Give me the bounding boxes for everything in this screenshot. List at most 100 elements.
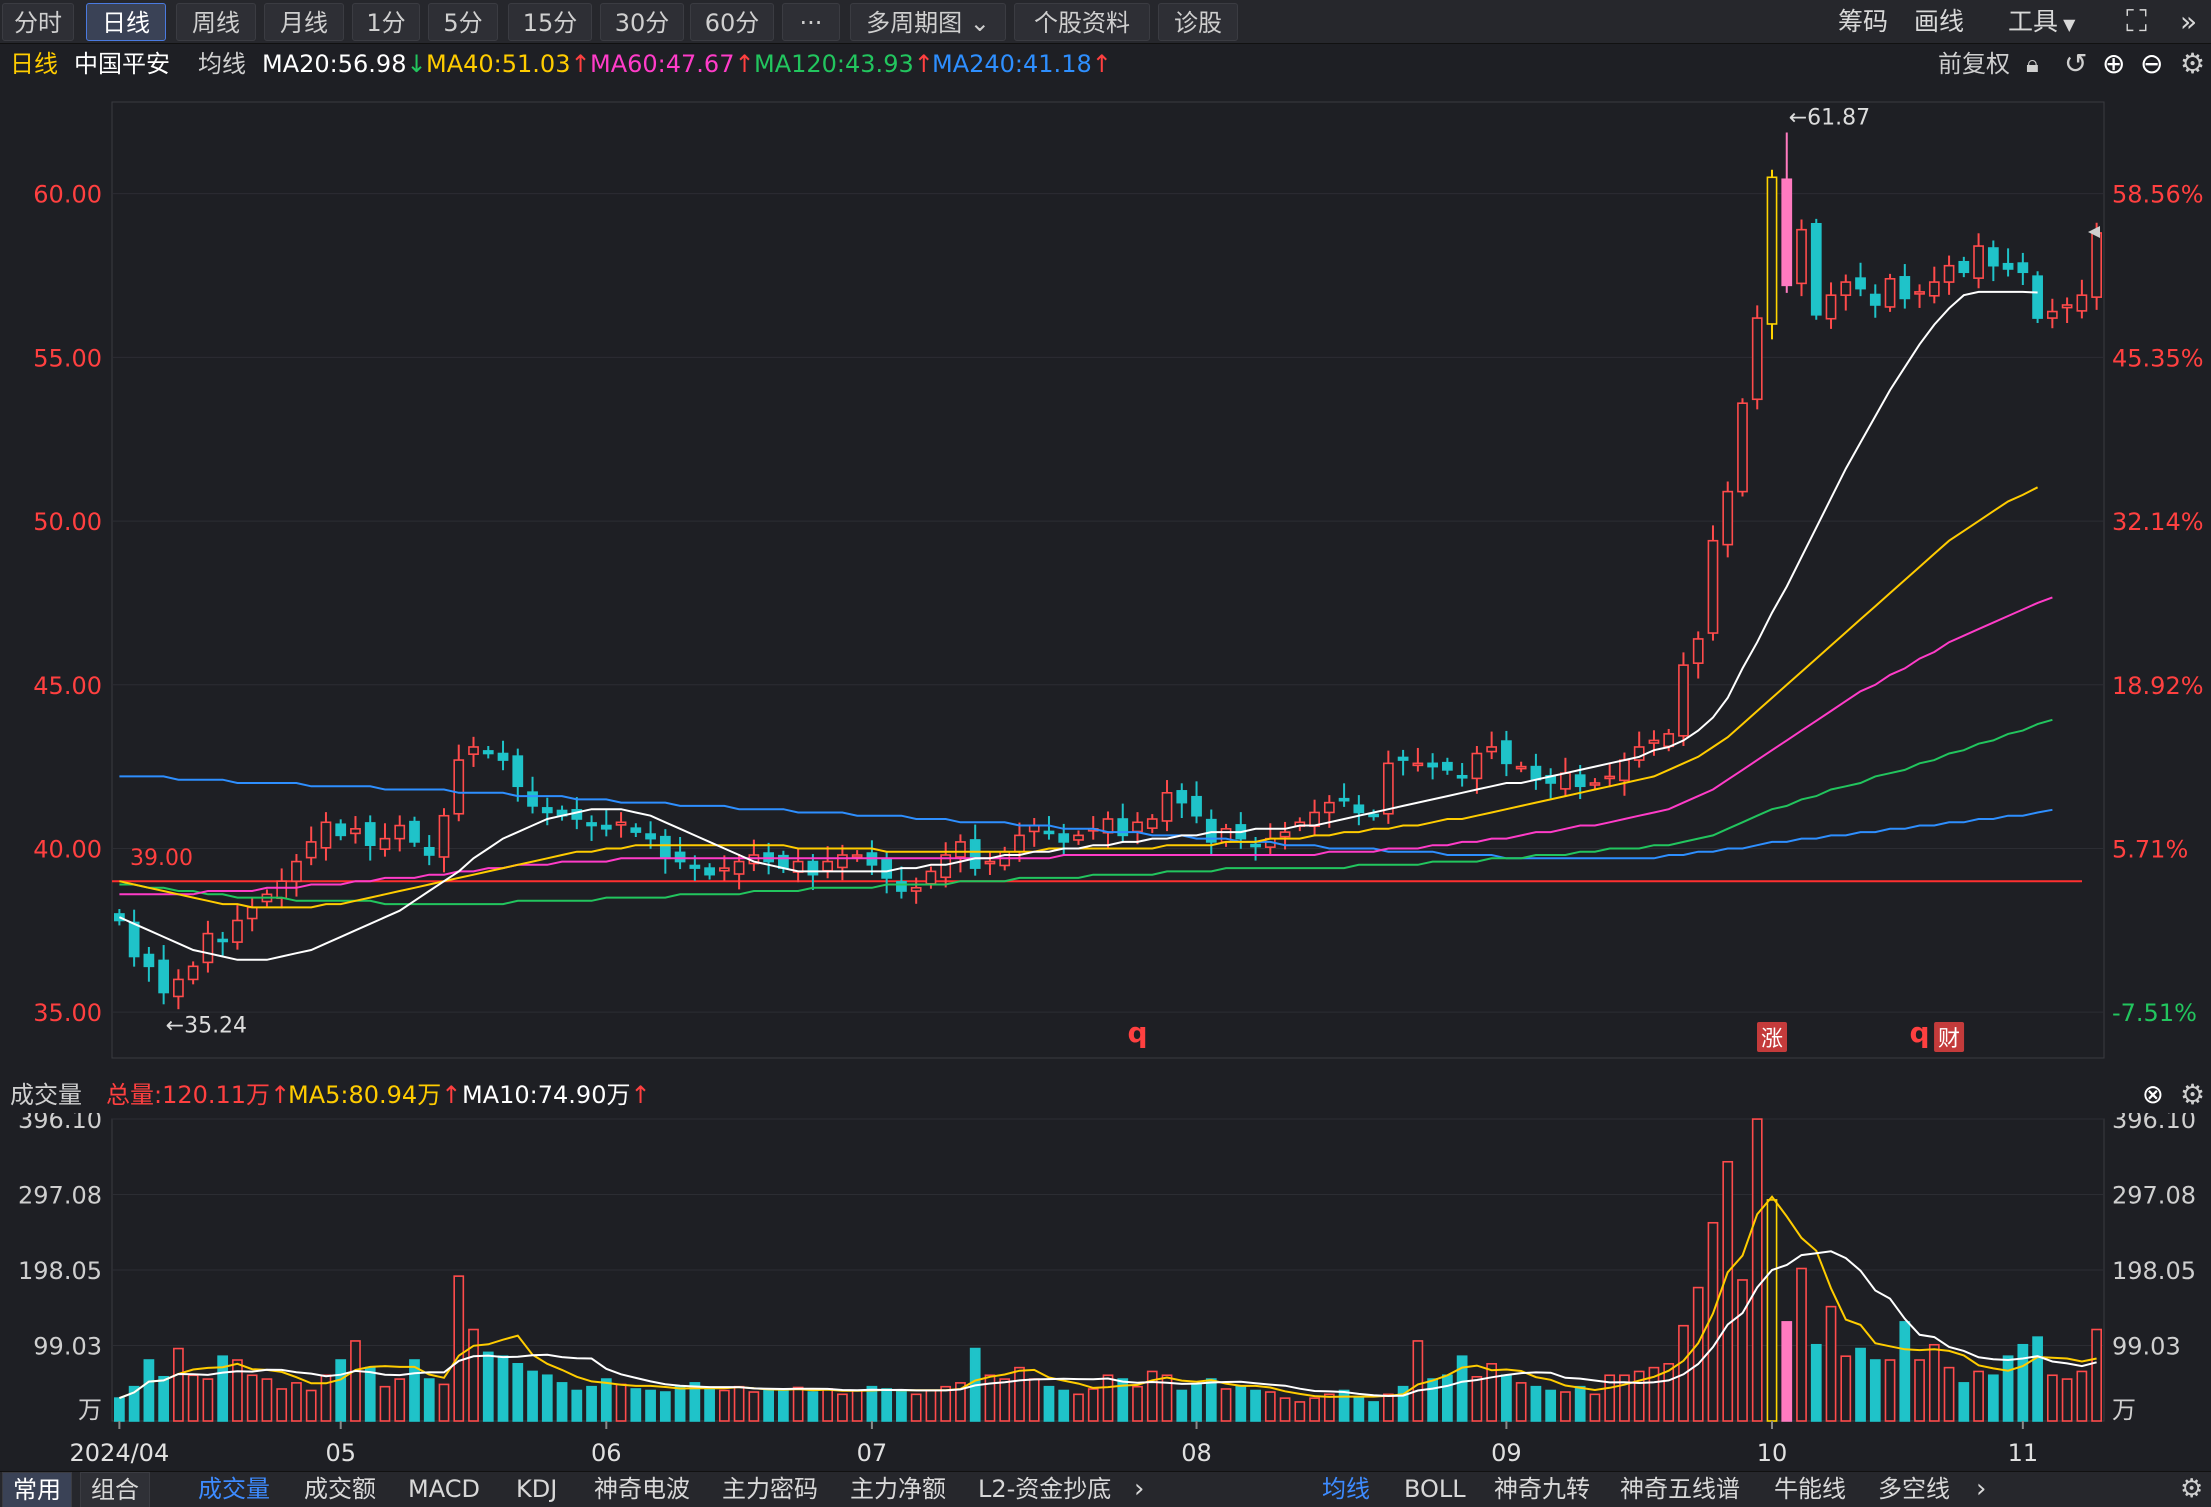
volume-bar bbox=[1058, 1389, 1070, 1422]
tab-magic-wave[interactable]: 神奇电波 bbox=[594, 1472, 690, 1506]
tab-15min[interactable]: 15分 bbox=[508, 3, 592, 41]
candle-body bbox=[1899, 276, 1911, 300]
tab-main-force-code[interactable]: 主力密码 bbox=[722, 1472, 818, 1506]
volume-bar bbox=[1073, 1393, 1084, 1422]
zoom-in-icon[interactable]: ⊕ bbox=[2102, 46, 2125, 82]
ma20-text: MA20:56.98 bbox=[262, 50, 407, 78]
tab-ma[interactable]: 均线 bbox=[1322, 1472, 1370, 1506]
candle-body bbox=[1132, 821, 1143, 833]
undo-icon[interactable]: ↺ bbox=[2064, 46, 2087, 82]
fullscreen-icon[interactable]: ⛶ bbox=[2126, 3, 2147, 41]
chevron-right-icon[interactable]: › bbox=[1134, 1472, 1144, 1506]
double-chevron-right-icon[interactable]: » bbox=[2180, 3, 2197, 41]
volume-bar bbox=[925, 1389, 937, 1422]
candle-body bbox=[1914, 291, 1925, 295]
tab-daily[interactable]: 日线 bbox=[86, 3, 166, 41]
volume-bar bbox=[748, 1391, 760, 1422]
tab-60min[interactable]: 60分 bbox=[690, 3, 774, 41]
tab-5min[interactable]: 5分 bbox=[428, 3, 498, 41]
tab-magic-five-lines[interactable]: 神奇五线谱 bbox=[1620, 1472, 1740, 1506]
tab-turnover[interactable]: 成交额 bbox=[304, 1472, 376, 1506]
zoom-out-icon[interactable]: ⊖ bbox=[2140, 46, 2163, 82]
chevron-right-icon[interactable]: › bbox=[1976, 1472, 1986, 1506]
tab-bull-line[interactable]: 牛能线 bbox=[1774, 1472, 1846, 1506]
candle-body bbox=[1678, 664, 1689, 737]
draw-line-button[interactable]: 画线 bbox=[1914, 3, 1964, 41]
volume-bar bbox=[940, 1385, 952, 1422]
tab-common[interactable]: 常用 bbox=[2, 1472, 72, 1507]
chips-button[interactable]: 筹码 bbox=[1838, 3, 1888, 41]
tools-label: 工具 bbox=[2008, 7, 2059, 36]
candle-body bbox=[1560, 772, 1571, 790]
volume-bar bbox=[1323, 1393, 1335, 1422]
candle-body bbox=[379, 837, 391, 850]
pct-tick-label: 18.92% bbox=[2112, 672, 2204, 700]
candle-body bbox=[630, 827, 642, 833]
volume-bar bbox=[1412, 1340, 1424, 1422]
volume-bar bbox=[1264, 1391, 1276, 1422]
ma40-value: MA40:51.03↑ bbox=[426, 46, 591, 82]
volume-bar bbox=[1309, 1397, 1320, 1422]
tab-long-short[interactable]: 多空线 bbox=[1878, 1472, 1950, 1506]
candle-body bbox=[409, 820, 420, 843]
tab-main-force-net[interactable]: 主力净额 bbox=[850, 1472, 946, 1506]
volume-bar bbox=[984, 1374, 996, 1422]
volume-bar bbox=[1751, 1118, 1763, 1422]
tab-macd[interactable]: MACD bbox=[408, 1472, 480, 1506]
tab-weekly[interactable]: 周线 bbox=[176, 3, 256, 41]
lock-icon[interactable]: 🔒︎ bbox=[2026, 46, 2039, 82]
gear-icon[interactable]: ⚙ bbox=[2180, 1077, 2205, 1113]
ma60-text: MA60:47.67 bbox=[590, 50, 735, 78]
more-button[interactable]: ··· bbox=[782, 3, 840, 41]
adjust-mode[interactable]: 前复权 bbox=[1938, 46, 2010, 82]
candle-body bbox=[1412, 762, 1424, 767]
volume-chart[interactable]: 396.10 396.10 297.08 297.08 198.05 198.05 99.0… bbox=[0, 1113, 2211, 1471]
tab-magic-nine[interactable]: 神奇九转 bbox=[1494, 1472, 1590, 1506]
tools-button[interactable]: 工具 ▼ bbox=[2008, 3, 2075, 41]
candle-body bbox=[128, 921, 140, 958]
tab-1min[interactable]: 1分 bbox=[352, 3, 420, 41]
gear-icon[interactable]: ⚙ bbox=[2180, 1472, 2203, 1506]
volume-bar bbox=[1501, 1374, 1512, 1422]
candle-body bbox=[1722, 490, 1734, 546]
tab-kdj[interactable]: KDJ bbox=[516, 1472, 557, 1506]
stock-info-button[interactable]: 个股资料 bbox=[1014, 3, 1150, 41]
tab-intraday[interactable]: 分时 bbox=[2, 3, 74, 41]
candle-body bbox=[2002, 262, 2014, 270]
diagnose-button[interactable]: 诊股 bbox=[1158, 3, 1238, 41]
arrow-up-icon: ↑ bbox=[913, 50, 934, 78]
candle-body bbox=[1323, 801, 1335, 814]
volume-bar bbox=[173, 1347, 184, 1422]
event-marker: 财 bbox=[1938, 1027, 1960, 1052]
candlestick-chart[interactable]: 60.00 58.56% 55.00 45.35% 50.00 32.14% 45.00 18… bbox=[0, 84, 2211, 1076]
tab-combo[interactable]: 组合 bbox=[80, 1472, 150, 1507]
tab-30min[interactable]: 30分 bbox=[600, 3, 684, 41]
pct-tick-label: 58.56% bbox=[2112, 181, 2204, 209]
volume-bar bbox=[1914, 1359, 1925, 1422]
arrow-up-icon: ↑ bbox=[570, 50, 591, 78]
tab-boll[interactable]: BOLL bbox=[1404, 1472, 1466, 1506]
candle-body bbox=[2017, 262, 2029, 274]
volume-bar bbox=[143, 1359, 155, 1422]
volume-header: 成交量 总量:120.11万↑ MA5:80.94万↑ MA10:74.90万↑… bbox=[0, 1077, 2211, 1113]
volume-bar bbox=[1692, 1286, 1704, 1422]
gear-icon[interactable]: ⚙ bbox=[2180, 46, 2205, 82]
volume-bar bbox=[851, 1389, 863, 1422]
tab-monthly[interactable]: 月线 bbox=[264, 3, 344, 41]
candle-body bbox=[158, 959, 170, 994]
tab-volume[interactable]: 成交量 bbox=[198, 1472, 270, 1506]
tab-l2-bottom-fishing[interactable]: L2-资金抄底 bbox=[978, 1472, 1111, 1506]
multi-period-button[interactable]: 多周期图 ⌄ bbox=[850, 3, 1006, 41]
candle-body bbox=[1250, 843, 1261, 848]
ma240-value: MA240:41.18↑ bbox=[932, 46, 1112, 82]
multi-period-label: 多周期图 bbox=[866, 9, 963, 37]
volume-bar bbox=[1102, 1374, 1114, 1422]
volume-bar bbox=[718, 1389, 730, 1422]
close-icon[interactable]: ⊗ bbox=[2142, 1077, 2164, 1113]
candle-body bbox=[364, 822, 376, 846]
arrow-down-icon: ↓ bbox=[406, 50, 427, 78]
candle-body bbox=[482, 750, 494, 755]
volume-bar bbox=[763, 1388, 774, 1422]
pct-tick-label: -7.51% bbox=[2112, 999, 2197, 1027]
candle-body bbox=[1456, 774, 1468, 779]
